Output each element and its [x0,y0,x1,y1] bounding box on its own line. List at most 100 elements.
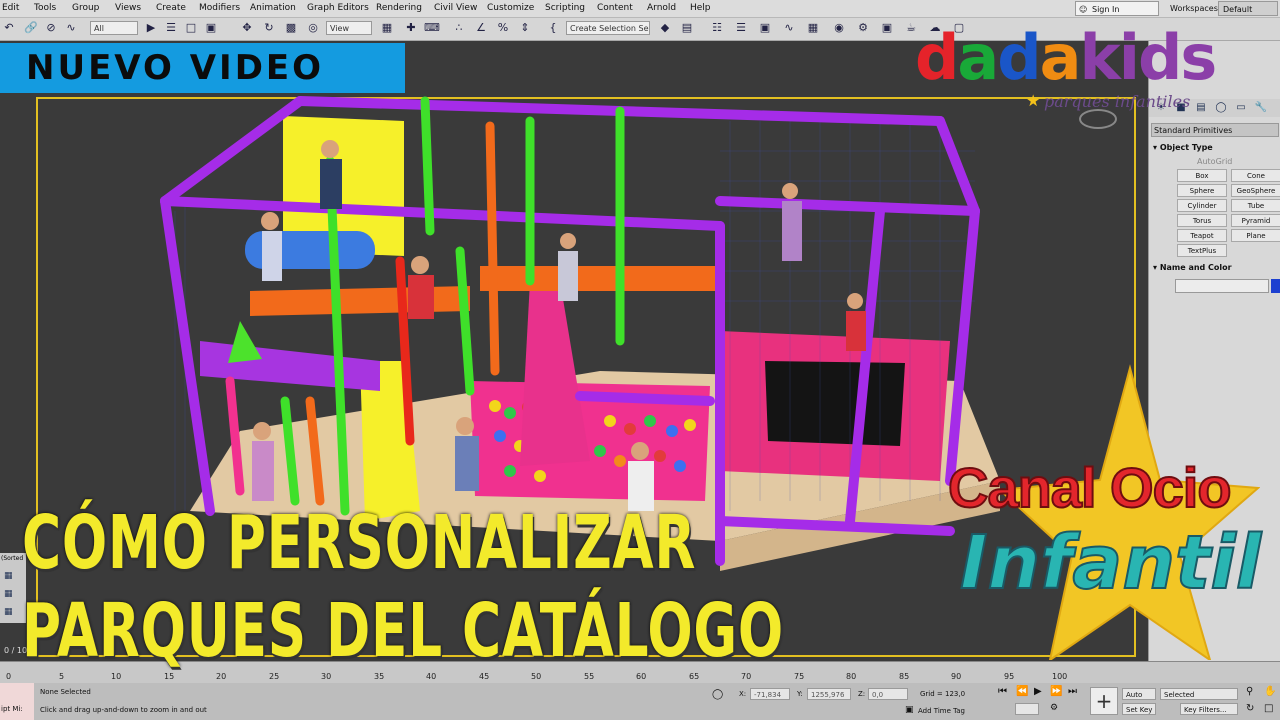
bind-space-warp-icon[interactable]: ∿ [64,21,78,35]
render-setup-icon[interactable]: ⚙ [856,21,870,35]
menu-modifiers[interactable]: Modifiers [199,3,240,13]
plane-button[interactable]: Plane [1231,229,1280,242]
pivot-center-icon[interactable]: ▦ [380,21,394,35]
autogrid-checkbox[interactable]: AutoGrid [1197,157,1232,166]
add-time-tag-button[interactable]: Add Time Tag [918,707,965,715]
undo-icon[interactable]: ↶ [2,21,16,35]
menu-animation[interactable]: Animation [250,3,296,13]
rotate-icon[interactable]: ↻ [262,21,276,35]
menu-customize[interactable]: Customize [487,3,534,13]
spinner-snap-icon[interactable]: ⇕ [518,21,532,35]
object-name-field[interactable] [1175,279,1269,293]
textplus-button[interactable]: TextPlus [1177,244,1227,257]
zoom-icon[interactable]: ⚲ [1246,686,1253,697]
layer-explorer-icon[interactable]: ☰ [734,21,748,35]
menu-tools[interactable]: Tools [34,3,56,13]
cylinder-button[interactable]: Cylinder [1177,199,1227,212]
menu-help[interactable]: Help [690,3,711,13]
menu-arnold[interactable]: Arnold [647,3,676,13]
geosphere-button[interactable]: GeoSphere [1231,184,1280,197]
unlink-icon[interactable]: ⊘ [44,21,58,35]
keyboard-shortcut-icon[interactable]: ⌨ [424,21,440,35]
select-manipulate-icon[interactable]: ✚ [404,21,418,35]
menu-create[interactable]: Create [156,3,186,13]
display-tab-icon[interactable]: ▭ [1233,101,1249,115]
cone-button[interactable]: Cone [1231,169,1280,182]
select-by-name-icon[interactable]: ☰ [164,21,178,35]
workspace-select[interactable]: Default [1218,1,1278,16]
placement-icon[interactable]: ◎ [306,21,320,35]
reference-coordinate-dropdown[interactable]: View [326,21,372,35]
mirror-icon[interactable]: ◆ [658,21,672,35]
maxscript-listener[interactable]: ipt Mi: [0,683,34,720]
primitive-category-dropdown[interactable]: Standard Primitives [1151,123,1279,137]
channel-name-line1: Canal Ocio [947,455,1233,520]
previous-frame-icon[interactable]: ⏪ [1016,686,1028,697]
hierarchy-tab-icon[interactable]: ▤ [1193,101,1209,115]
auto-key-button[interactable]: Auto Key [1122,688,1156,711]
utilities-tab-icon[interactable]: 🔧 [1253,101,1269,115]
x-coordinate-field[interactable]: -71,834 [750,688,790,700]
next-frame-icon[interactable]: ⏩ [1050,686,1062,697]
isolate-selection-icon[interactable]: ◯ [712,689,723,700]
window-crossing-icon[interactable]: ▣ [204,21,218,35]
scene-explorer-layer-icon[interactable]: ▦ [4,607,13,617]
torus-button[interactable]: Torus [1177,214,1227,227]
sphere-button[interactable]: Sphere [1177,184,1227,197]
key-filters-button[interactable]: Key Filters... [1180,703,1238,715]
menu-civil-view[interactable]: Civil View [434,3,477,13]
teapot-button[interactable]: Teapot [1177,229,1227,242]
maximize-viewport-icon[interactable]: □ [1264,703,1273,714]
named-selection-set-dropdown[interactable]: Create Selection Se [566,21,650,35]
time-configuration-icon[interactable]: ⚙ [1050,703,1058,713]
go-to-start-icon[interactable]: ⏮ [998,686,1007,697]
tube-button[interactable]: Tube [1231,199,1280,212]
menu-edit[interactable]: Edit [2,3,19,13]
name-color-rollout[interactable]: ▾ Name and Color [1153,263,1232,272]
y-coordinate-field[interactable]: 1255,976 [807,688,851,700]
menu-scripting[interactable]: Scripting [545,3,585,13]
menu-views[interactable]: Views [115,3,141,13]
toggle-ribbon-icon[interactable]: ▣ [758,21,772,35]
menu-graph-editors[interactable]: Graph Editors [307,3,369,13]
go-to-end-icon[interactable]: ⏭ [1068,686,1077,697]
orbit-icon[interactable]: ↻ [1246,703,1254,714]
edit-named-sets-icon[interactable]: { [546,21,560,35]
align-icon[interactable]: ▤ [680,21,694,35]
rectangular-selection-icon[interactable]: □ [184,21,198,35]
z-coordinate-field[interactable]: 0,0 [868,688,908,700]
timeline-tick: 85 [899,672,910,681]
scene-explorer-icon[interactable]: ☷ [710,21,724,35]
pyramid-button[interactable]: Pyramid [1231,214,1280,227]
object-color-swatch[interactable] [1271,279,1280,293]
rendered-frame-window-icon[interactable]: ▣ [880,21,894,35]
set-key-button[interactable]: Set Key [1122,703,1156,715]
curve-editor-icon[interactable]: ∿ [782,21,796,35]
menu-rendering[interactable]: Rendering [376,3,422,13]
play-icon[interactable]: ▶ [1034,686,1042,697]
select-object-icon[interactable]: ▶ [144,21,158,35]
dadakids-logo: dadakids [915,24,1217,92]
material-editor-icon[interactable]: ◉ [832,21,846,35]
pan-icon[interactable]: ✋ [1264,686,1276,697]
box-button[interactable]: Box [1177,169,1227,182]
set-keys-icon[interactable]: + [1090,687,1118,715]
menu-group[interactable]: Group [72,3,99,13]
scale-icon[interactable]: ▩ [284,21,298,35]
schematic-view-icon[interactable]: ▦ [806,21,820,35]
object-type-rollout[interactable]: ▾ Object Type [1153,143,1213,152]
move-icon[interactable]: ✥ [240,21,254,35]
snaps-toggle-icon[interactable]: ∴ [452,21,466,35]
current-frame-field[interactable] [1015,703,1039,715]
sign-in-button[interactable]: ☺ Sign In [1075,1,1159,16]
motion-tab-icon[interactable]: ◯ [1213,101,1229,115]
angle-snap-icon[interactable]: ∠ [474,21,488,35]
viewcube[interactable] [1079,109,1117,129]
scene-explorer-filter-icon[interactable]: ▦ [4,589,13,599]
link-icon[interactable]: 🔗 [24,21,38,35]
percent-snap-icon[interactable]: % [496,21,510,35]
menu-content[interactable]: Content [597,3,633,13]
scene-explorer-icon[interactable]: ▦ [4,571,13,581]
key-set-dropdown[interactable]: Selected [1160,688,1238,700]
selection-filter-dropdown[interactable]: All [90,21,138,35]
